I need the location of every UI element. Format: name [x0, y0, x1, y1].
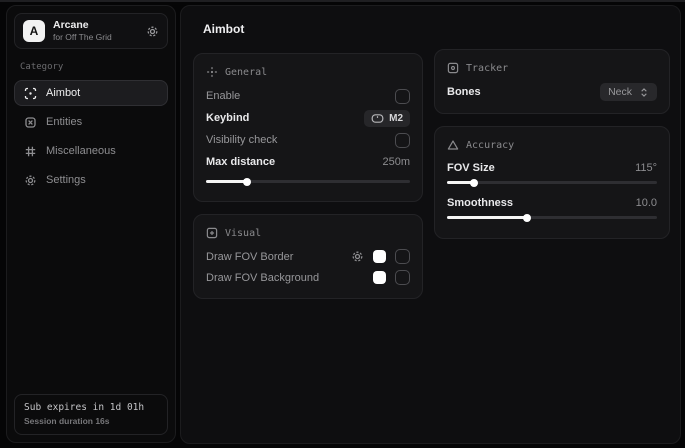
gear-icon[interactable] — [146, 25, 159, 38]
crosshair-dot-icon — [206, 66, 218, 78]
app-title-block: Arcane for Off The Grid — [53, 19, 112, 43]
max-distance-label: Max distance — [206, 156, 275, 168]
visual-card: Visual Draw FOV Border — [193, 214, 423, 299]
visual-header-label: Visual — [225, 228, 261, 239]
sidebar: A Arcane for Off The Grid Category Aimbo… — [6, 5, 176, 443]
fov-border-checkbox[interactable] — [395, 249, 410, 264]
subscription-info: Sub expires in 1d 01h Session duration 1… — [14, 394, 168, 435]
enable-label: Enable — [206, 90, 240, 102]
star-box-icon — [206, 227, 218, 239]
sidebar-item-label: Miscellaneous — [46, 145, 116, 157]
smoothness-value: 10.0 — [636, 197, 657, 209]
grid-icon — [24, 145, 37, 158]
category-label: Category — [20, 62, 162, 72]
draw-fov-background-label: Draw FOV Background — [206, 272, 319, 284]
sidebar-item-label: Aimbot — [46, 87, 80, 99]
sidebar-item-settings[interactable]: Settings — [14, 167, 168, 193]
smoothness-label: Smoothness — [447, 197, 513, 209]
main-panel: Aimbot General Enable — [180, 5, 681, 444]
fov-border-color-swatch[interactable] — [373, 250, 386, 263]
draw-fov-border-label: Draw FOV Border — [206, 251, 293, 263]
accuracy-card: Accuracy FOV Size 115° Smoothness 10.0 — [434, 126, 670, 239]
crosshair-icon — [24, 87, 37, 100]
max-distance-slider[interactable] — [206, 180, 410, 183]
triangle-icon — [447, 139, 459, 151]
sub-expiry-text: Sub expires in 1d 01h — [24, 402, 158, 413]
sidebar-item-entities[interactable]: Entities — [14, 109, 168, 135]
sidebar-item-aimbot[interactable]: Aimbot — [14, 80, 168, 106]
page-title: Aimbot — [203, 22, 670, 36]
bones-label: Bones — [447, 86, 481, 98]
fov-size-slider[interactable] — [447, 181, 657, 184]
sidebar-item-miscellaneous[interactable]: Miscellaneous — [14, 138, 168, 164]
tracker-card: Tracker Bones Neck — [434, 49, 670, 114]
keybind-button[interactable]: M2 — [364, 110, 410, 127]
bones-value: Neck — [608, 86, 632, 98]
fov-size-label: FOV Size — [447, 162, 495, 174]
smoothness-slider[interactable] — [447, 216, 657, 219]
visibility-checkbox[interactable] — [395, 133, 410, 148]
keybind-value: M2 — [389, 113, 403, 124]
app-logo: A — [23, 20, 45, 42]
fov-background-checkbox[interactable] — [395, 270, 410, 285]
slider-thumb[interactable] — [470, 179, 478, 187]
target-box-icon — [447, 62, 459, 74]
app-title: Arcane — [53, 19, 112, 32]
general-header-label: General — [225, 67, 267, 78]
mouse-icon — [371, 113, 384, 124]
fov-size-value: 115° — [635, 162, 657, 174]
fov-background-color-swatch[interactable] — [373, 271, 386, 284]
visibility-check-label: Visibility check — [206, 134, 277, 146]
gear-icon — [24, 174, 37, 187]
general-card: General Enable Keybind — [193, 53, 423, 202]
session-duration-text: Session duration 16s — [24, 416, 158, 426]
gear-icon[interactable] — [351, 250, 364, 263]
app-subtitle: for Off The Grid — [53, 32, 112, 43]
keybind-label: Keybind — [206, 112, 249, 124]
entities-icon — [24, 116, 37, 129]
chevron-up-down-icon — [639, 87, 649, 98]
max-distance-value: 250m — [382, 156, 410, 168]
tracker-header-label: Tracker — [466, 63, 508, 74]
app-header: A Arcane for Off The Grid — [14, 13, 168, 49]
enable-checkbox[interactable] — [395, 89, 410, 104]
slider-thumb[interactable] — [243, 178, 251, 186]
bones-select[interactable]: Neck — [600, 83, 657, 101]
sidebar-item-label: Settings — [46, 174, 86, 186]
sidebar-item-label: Entities — [46, 116, 82, 128]
accuracy-header-label: Accuracy — [466, 140, 514, 151]
slider-thumb[interactable] — [523, 214, 531, 222]
